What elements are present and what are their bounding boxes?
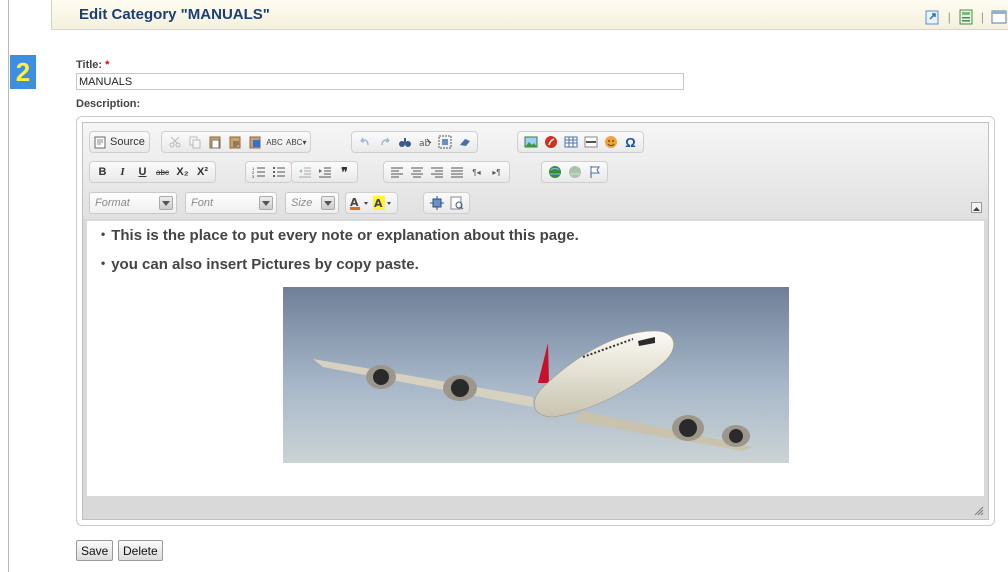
rtl-icon[interactable]: ▸¶ <box>488 163 505 181</box>
italic-button[interactable]: I <box>114 163 131 181</box>
content-line-1: This is the place to put every note or e… <box>101 227 984 244</box>
maximize-icon[interactable] <box>428 194 445 212</box>
header-bar: Edit Category "MANUALS" | | <box>51 0 1008 30</box>
svg-text:3: 3 <box>252 174 255 179</box>
unlink-icon[interactable] <box>566 163 583 181</box>
paste-text-icon[interactable] <box>226 133 243 151</box>
size-placeholder: Size <box>291 197 313 209</box>
format-placeholder: Format <box>95 197 130 209</box>
table-icon[interactable] <box>562 133 579 151</box>
source-button[interactable]: Source <box>94 133 145 151</box>
step-badge: 2 <box>10 55 36 89</box>
toolbar-group-basicstyles: B I U abc X₂ X² <box>89 161 216 183</box>
undo-icon[interactable] <box>356 133 373 151</box>
flash-icon[interactable] <box>542 133 559 151</box>
spellcheck-icon[interactable]: ABC <box>266 133 283 151</box>
remove-format-icon[interactable] <box>456 133 473 151</box>
source-label: Source <box>110 136 145 148</box>
align-left-icon[interactable] <box>388 163 405 181</box>
toolbar-group-insert: Ω <box>517 131 644 153</box>
ltr-icon[interactable]: ¶◂ <box>468 163 485 181</box>
content-bullet-list: This is the place to put every note or e… <box>87 227 984 273</box>
toolbar-group-links <box>541 161 608 183</box>
outdent-icon[interactable] <box>296 163 313 181</box>
indent-icon[interactable] <box>316 163 333 181</box>
link-icon[interactable] <box>546 163 563 181</box>
show-blocks-icon[interactable] <box>448 194 465 212</box>
chevron-down-icon <box>159 196 173 210</box>
editor-content[interactable]: This is the place to put every note or e… <box>87 221 984 496</box>
header-separator: | <box>980 10 984 24</box>
bold-button[interactable]: B <box>94 163 111 181</box>
numbered-list-icon[interactable]: 123 <box>250 163 267 181</box>
font-placeholder: Font <box>191 197 214 209</box>
export-icon[interactable] <box>924 8 942 26</box>
size-select[interactable]: Size <box>285 192 339 214</box>
chevron-down-icon <box>321 196 335 210</box>
left-border <box>8 0 9 572</box>
replace-icon[interactable]: ab <box>416 133 433 151</box>
cut-icon[interactable] <box>166 133 183 151</box>
toolbar-group-align: ¶◂ ▸¶ <box>383 161 510 183</box>
toolbar-group-colors: A A <box>345 192 398 214</box>
toolbar-group-clipboard: ABC ABC▾ <box>161 131 312 153</box>
page-title: Edit Category "MANUALS" <box>79 6 270 23</box>
image-icon[interactable] <box>522 133 539 151</box>
save-button[interactable]: Save <box>76 540 114 561</box>
toolbar-group-indent: ❞ <box>291 161 358 183</box>
blockquote-button[interactable]: ❞ <box>336 163 353 181</box>
airplane-photo <box>283 287 789 463</box>
background-color-icon[interactable]: A <box>373 194 393 212</box>
subscript-button[interactable]: X₂ <box>174 163 191 181</box>
horizontal-rule-icon[interactable] <box>582 133 599 151</box>
copy-icon[interactable] <box>186 133 203 151</box>
header-actions: | | <box>924 8 1008 26</box>
select-all-icon[interactable] <box>436 133 453 151</box>
chevron-down-icon <box>259 196 273 210</box>
find-icon[interactable] <box>396 133 413 151</box>
bulleted-list-icon[interactable] <box>270 163 287 181</box>
underline-button[interactable]: U <box>134 163 151 181</box>
toolbar-group-tools <box>423 192 470 214</box>
toolbar-group-editing: ab <box>351 131 478 153</box>
toolbar-group-document: Source <box>89 131 150 153</box>
description-label: Description: <box>76 98 141 110</box>
collapse-toolbar-button[interactable] <box>971 202 982 213</box>
svg-text:A: A <box>374 197 383 210</box>
rich-text-editor: Source ABC ABC▾ ab Ω B I U abc X₂ X² 1 2… <box>82 122 989 520</box>
delete-button[interactable]: Delete <box>118 540 163 561</box>
source-icon <box>94 136 106 148</box>
align-right-icon[interactable] <box>428 163 445 181</box>
justify-icon[interactable] <box>448 163 465 181</box>
paste-icon[interactable] <box>206 133 223 151</box>
title-input[interactable] <box>76 73 684 90</box>
text-color-icon[interactable]: A <box>350 194 370 212</box>
anchor-flag-icon[interactable] <box>586 163 603 181</box>
paste-word-icon[interactable] <box>246 133 263 151</box>
strikethrough-button[interactable]: abc <box>154 163 171 181</box>
required-mark: * <box>105 59 110 71</box>
special-char-icon[interactable]: Ω <box>622 133 639 151</box>
editor-toolbar: Source ABC ABC▾ ab Ω B I U abc X₂ X² 1 2… <box>83 123 988 219</box>
calculator-icon[interactable] <box>957 8 975 26</box>
content-line-2: you can also insert Pictures by copy pas… <box>101 256 984 273</box>
resize-handle-icon[interactable] <box>974 506 984 516</box>
title-label: Title: * <box>76 59 109 71</box>
redo-icon[interactable] <box>376 133 393 151</box>
toolbar-group-paragraph: 123 <box>245 161 292 183</box>
header-separator: | <box>947 10 951 24</box>
smiley-icon[interactable] <box>602 133 619 151</box>
superscript-button[interactable]: X² <box>194 163 211 181</box>
align-center-icon[interactable] <box>408 163 425 181</box>
format-select[interactable]: Format <box>89 192 177 214</box>
title-label-text: Title: <box>76 59 103 71</box>
font-select[interactable]: Font <box>185 192 277 214</box>
window-icon[interactable] <box>990 8 1008 26</box>
spellcheck-as-you-type-icon[interactable]: ABC▾ <box>286 133 306 151</box>
